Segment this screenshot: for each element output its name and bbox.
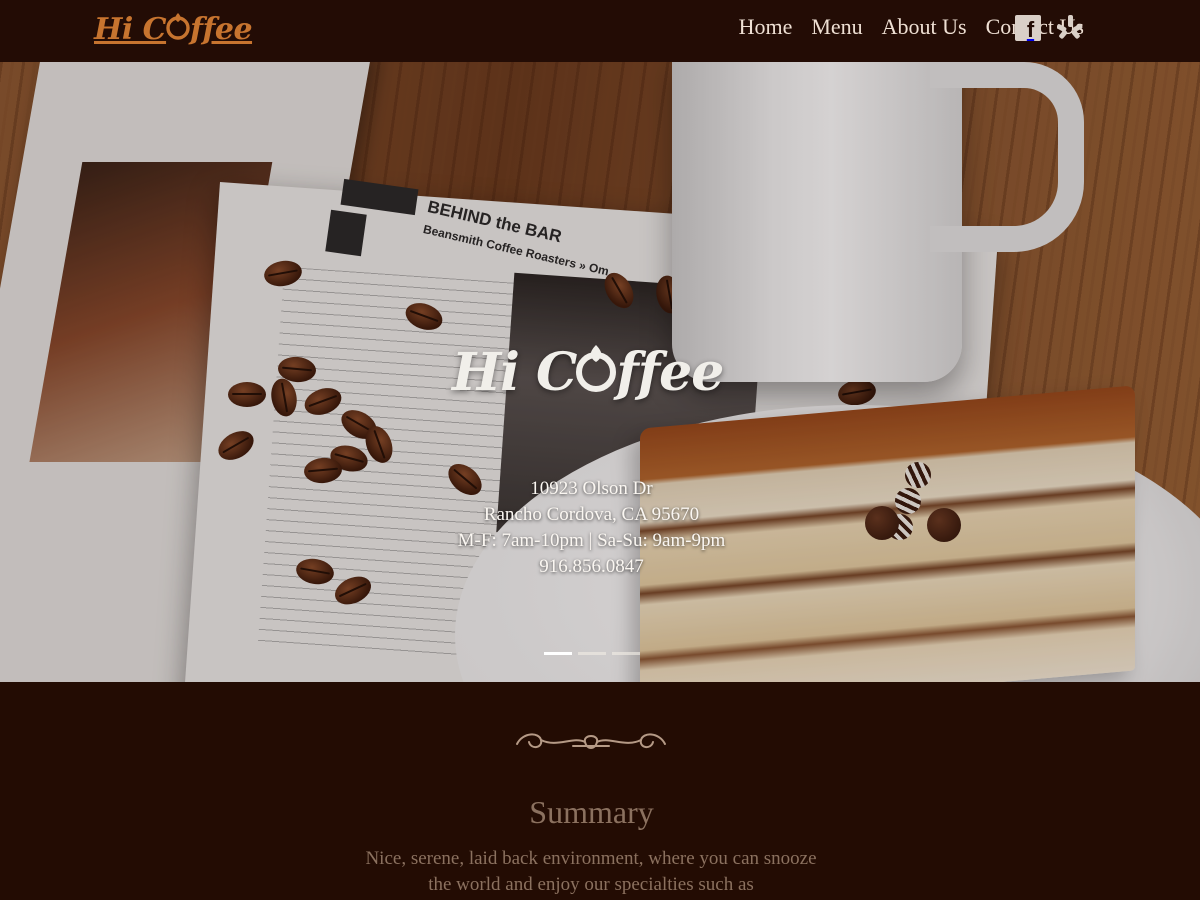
facebook-glyph: f: [1026, 17, 1035, 42]
address-line-1: 10923 Olson Dr: [530, 478, 653, 499]
hero-logo-text-start: Hi C: [452, 341, 577, 403]
slide-indicator-1[interactable]: [544, 652, 572, 655]
slide-indicator-3[interactable]: [612, 652, 640, 655]
coffee-bean-logo-icon: [166, 10, 190, 48]
address-line-2: Rancho Cordova, CA 95670: [483, 504, 700, 525]
hero-slider[interactable]: BEHIND the BAR Beansmith Coffee Roasters…: [0, 62, 1200, 682]
facebook-icon[interactable]: f: [1015, 15, 1041, 42]
summary-section: Summary Nice, serene, laid back environm…: [0, 682, 1200, 900]
yelp-icon[interactable]: [1057, 15, 1083, 41]
hero-contact-info: 10923 Olson Dr Rancho Cordova, CA 95670 …: [400, 476, 783, 580]
nav-about-us[interactable]: About Us: [882, 14, 967, 40]
hero-logo: Hi C ffee: [452, 332, 752, 412]
phone-number[interactable]: 916.856.0847: [400, 554, 783, 580]
hero-logo-text-end: ffee: [616, 341, 724, 403]
logo-text-end: ffee: [190, 11, 253, 47]
slider-indicators: [544, 652, 640, 655]
site-logo[interactable]: Hi C ffee: [94, 9, 253, 49]
flourish-divider-icon: [516, 733, 666, 749]
logo-text-start: Hi C: [94, 11, 167, 47]
business-hours: M-F: 7am-10pm | Sa-Su: 9am-9pm: [457, 530, 726, 551]
hero-coffee-logo-icon: [574, 339, 618, 406]
summary-text: Nice, serene, laid back environment, whe…: [365, 848, 817, 895]
site-header: Hi C ffee Home Menu About Us Contact Us …: [0, 0, 1200, 62]
slide-indicator-2[interactable]: [578, 652, 606, 655]
nav-home[interactable]: Home: [739, 14, 793, 40]
nav-menu[interactable]: Menu: [811, 14, 862, 40]
summary-title: Summary: [529, 794, 654, 830]
